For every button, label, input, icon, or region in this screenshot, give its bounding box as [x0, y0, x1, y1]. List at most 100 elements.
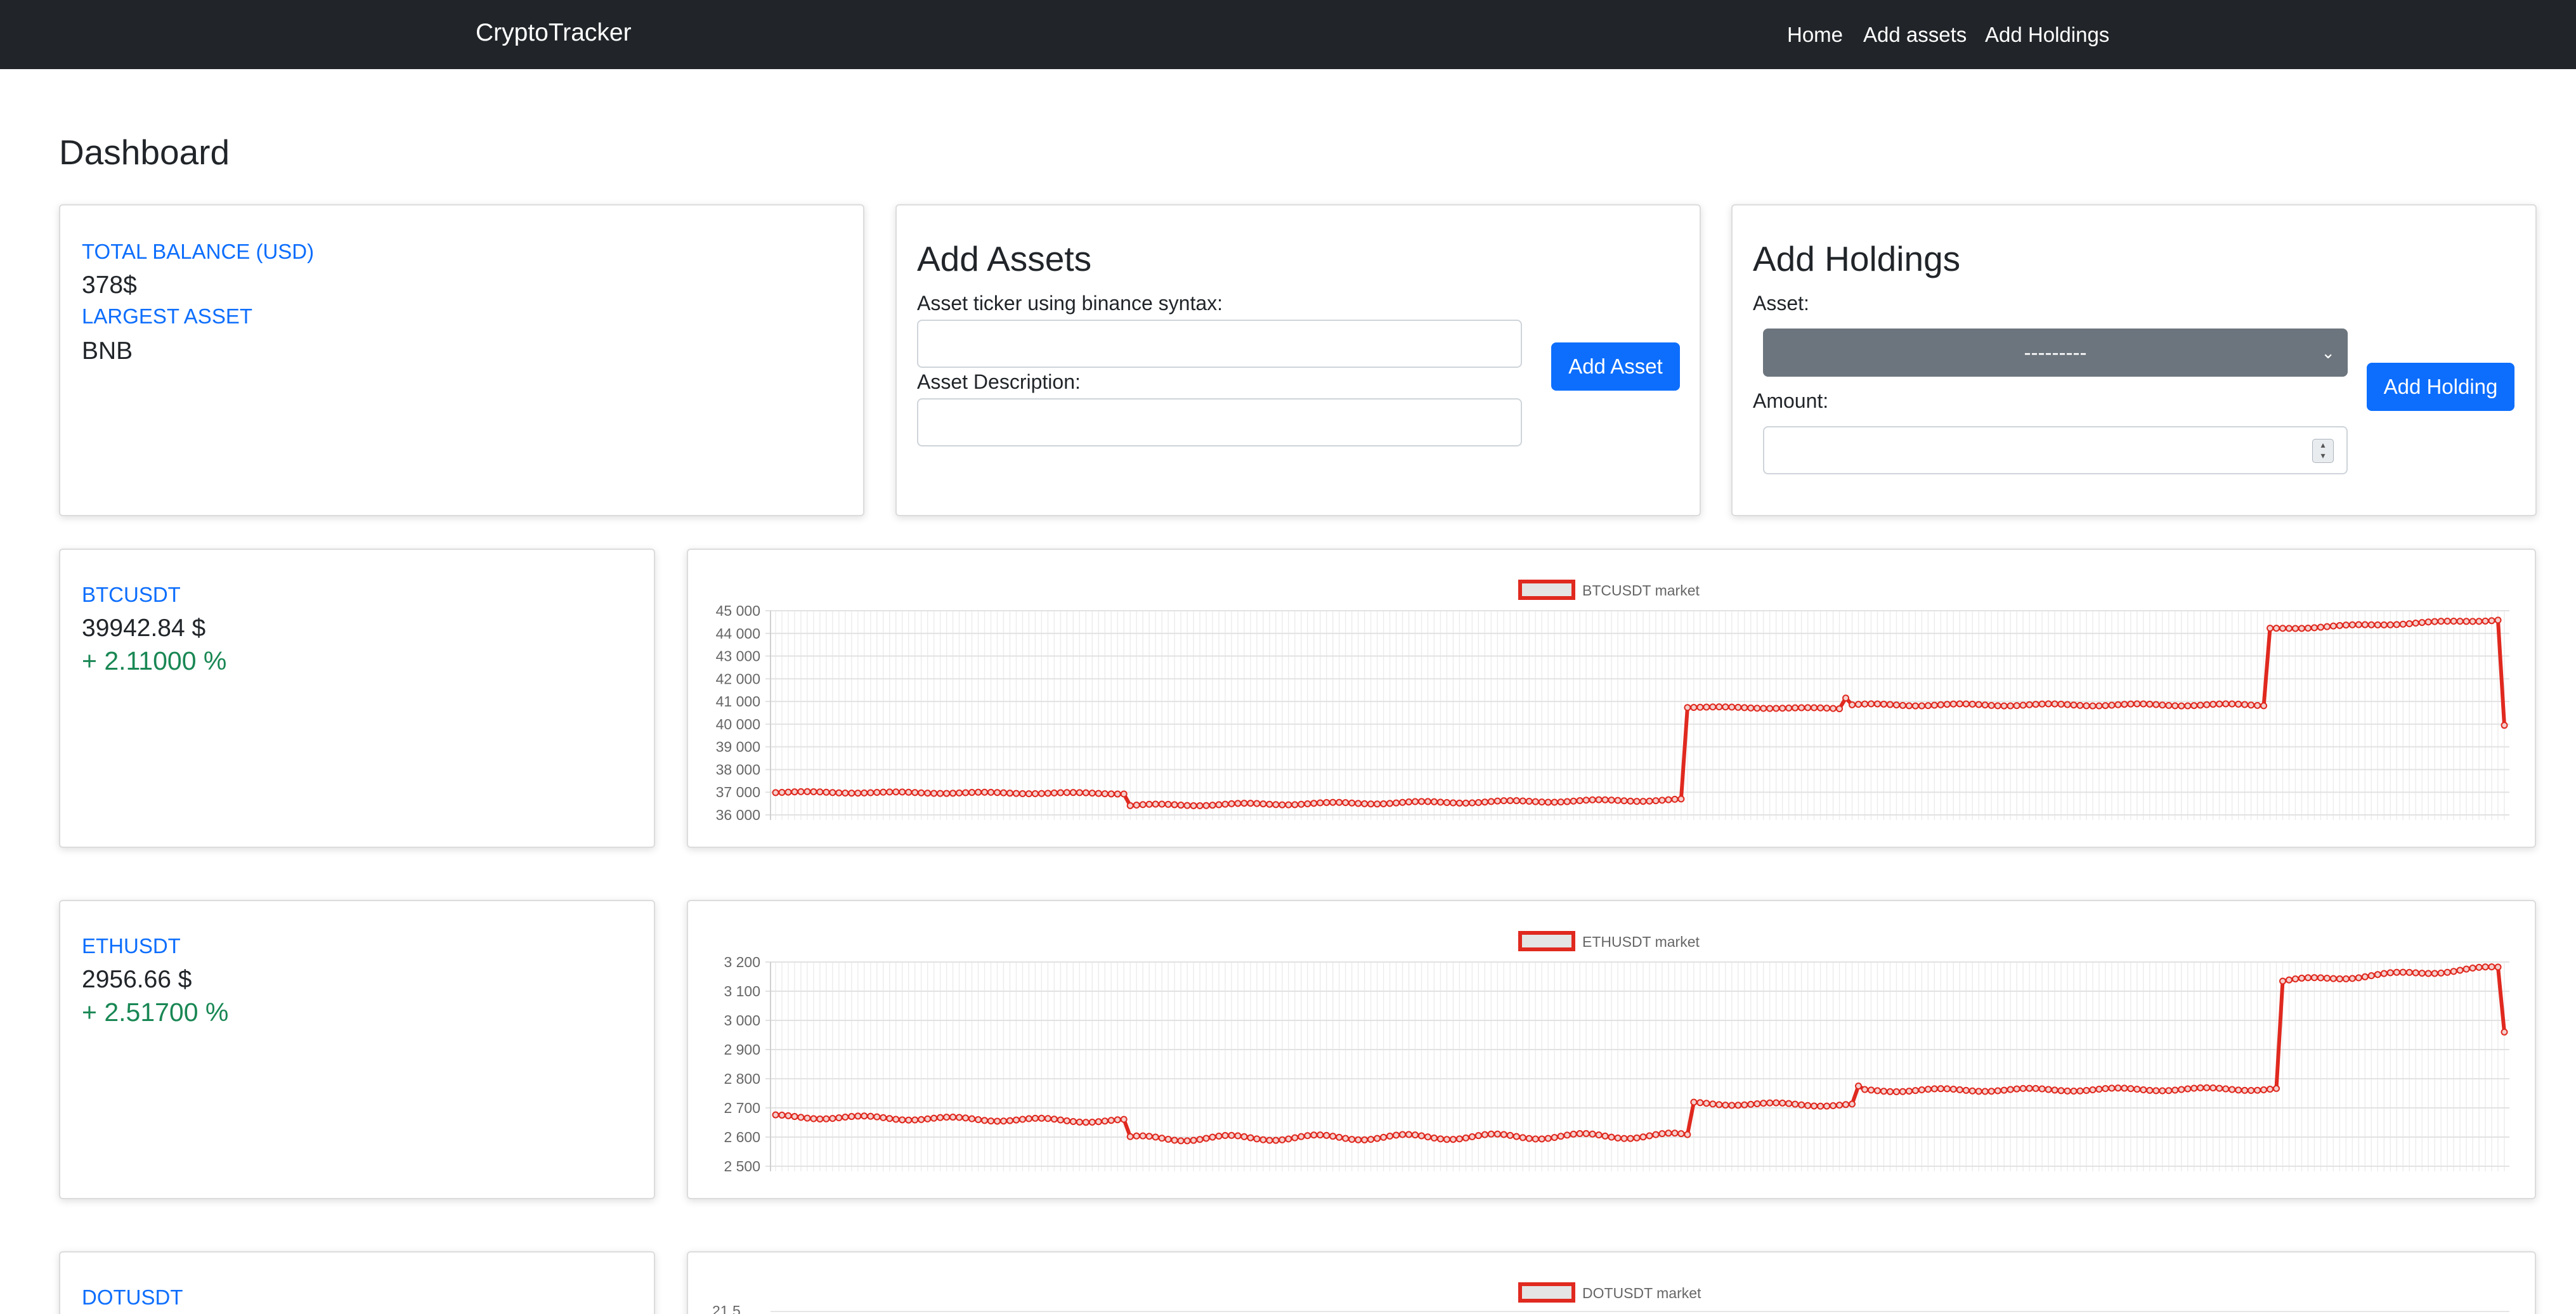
data-point	[1095, 1118, 1102, 1126]
brand-link[interactable]: CryptoTracker	[476, 19, 632, 47]
stepper-arrows-icon[interactable]: ▴ ▾	[2312, 439, 2334, 463]
amount-input[interactable]: ▴ ▾	[1763, 426, 2348, 474]
data-point	[1063, 789, 1070, 797]
data-point	[1234, 800, 1242, 807]
data-point	[1975, 701, 1982, 708]
data-point	[911, 1116, 919, 1124]
data-point	[1031, 790, 1039, 798]
data-point	[1873, 700, 1881, 708]
data-point	[1538, 798, 1545, 806]
data-point	[1355, 1136, 1362, 1143]
data-point	[1253, 800, 1261, 807]
data-point	[1088, 1118, 1096, 1126]
data-point	[1380, 800, 1388, 807]
y-tick-label: 41 000	[716, 693, 760, 710]
data-point	[1196, 1136, 1204, 1143]
data-point	[1183, 802, 1191, 809]
data-point	[1215, 1133, 1223, 1140]
data-point	[2304, 624, 2312, 632]
data-point	[2336, 621, 2343, 629]
data-point	[1367, 1136, 1375, 1143]
y-tick-label: 42 000	[716, 670, 760, 687]
data-point	[905, 1116, 913, 1124]
data-point	[2171, 702, 2179, 710]
data-point	[1348, 1136, 1356, 1143]
nav-link-add-holdings[interactable]: Add Holdings	[1985, 23, 2109, 47]
data-point	[1133, 1132, 1140, 1140]
data-point	[2437, 969, 2445, 977]
data-point	[880, 788, 887, 796]
asset-select-value: ---------	[2024, 341, 2087, 364]
data-point	[2494, 616, 2502, 624]
ticker-input[interactable]	[917, 320, 1522, 368]
data-point	[981, 1117, 989, 1124]
data-point	[1481, 798, 1488, 806]
data-point	[1455, 1135, 1463, 1143]
add-holding-button[interactable]: Add Holding	[2367, 363, 2514, 411]
data-point	[2070, 1088, 2078, 1095]
data-point	[1209, 1133, 1216, 1141]
asset-select[interactable]: --------- ⌄	[1763, 328, 2348, 377]
data-point	[1722, 1102, 1729, 1109]
data-point	[2165, 701, 2173, 709]
data-point	[848, 1113, 855, 1121]
data-point	[1506, 1131, 1514, 1139]
data-point	[1722, 703, 1729, 711]
data-point	[1050, 789, 1058, 797]
data-point	[2456, 618, 2464, 625]
data-point	[1430, 1135, 1438, 1142]
data-point	[2298, 625, 2305, 632]
data-point	[1582, 797, 1590, 804]
data-point	[1209, 802, 1216, 809]
description-input[interactable]	[917, 398, 1522, 446]
price-chart: ETHUSDT market 3 200 3 100 3 000 2 900 2 800 2…	[724, 931, 2509, 1174]
data-point	[2329, 975, 2337, 982]
data-point	[2203, 1084, 2211, 1091]
data-point	[2038, 1085, 2046, 1093]
data-point	[2140, 700, 2147, 708]
data-point	[1493, 797, 1501, 805]
data-point	[962, 789, 970, 797]
data-point	[2355, 621, 2362, 628]
data-point	[1892, 1088, 1900, 1096]
data-point	[999, 789, 1007, 797]
data-point	[1741, 704, 1748, 712]
data-point	[2291, 975, 2299, 983]
asset-change: + 2.11000 %	[82, 646, 227, 675]
data-point	[1690, 1098, 1698, 1106]
nav-link-home[interactable]: Home	[1787, 23, 1843, 47]
data-point	[1956, 700, 1963, 708]
data-point	[1506, 797, 1514, 804]
data-point	[1266, 1136, 1273, 1144]
data-point	[2165, 1087, 2173, 1095]
data-point	[1576, 1130, 1584, 1138]
data-point	[1418, 1132, 1426, 1140]
asset-label: Asset:	[1753, 292, 1809, 315]
data-point	[1412, 798, 1419, 805]
data-point	[1158, 1135, 1166, 1142]
data-point	[1228, 800, 1235, 807]
data-point	[1665, 796, 1672, 803]
largest-asset-value: BNB	[82, 337, 133, 365]
data-point	[2443, 617, 2451, 625]
data-point	[949, 1114, 957, 1121]
data-point	[2216, 700, 2223, 708]
data-point	[1221, 1132, 1229, 1140]
data-point	[1968, 1087, 1976, 1095]
data-point	[899, 788, 906, 796]
nav-link-add-assets[interactable]: Add assets	[1863, 23, 1967, 47]
data-point	[1804, 1102, 1812, 1109]
add-holdings-title: Add Holdings	[1753, 239, 1961, 278]
data-point	[1367, 800, 1375, 808]
data-point	[2399, 620, 2407, 628]
data-point	[2488, 963, 2495, 971]
data-point	[1481, 1131, 1488, 1138]
data-point	[1760, 705, 1767, 712]
add-asset-button[interactable]: Add Asset	[1551, 342, 1680, 391]
data-point	[1082, 789, 1090, 797]
data-point	[1424, 798, 1431, 805]
data-point	[2159, 701, 2166, 709]
data-point	[2386, 969, 2394, 977]
data-point	[873, 789, 881, 797]
data-point	[1336, 1133, 1343, 1141]
